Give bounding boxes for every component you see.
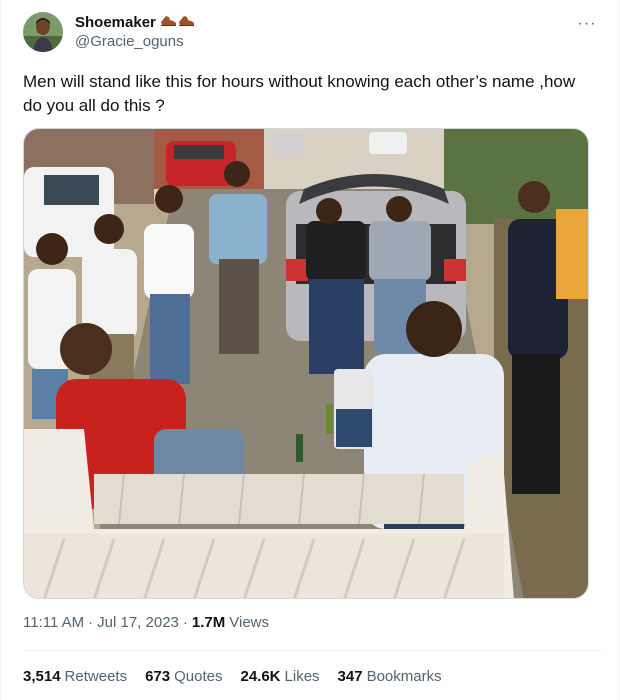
tweet-time[interactable]: 11:11 AM bbox=[23, 614, 84, 631]
author-display-name-row[interactable]: Shoemaker bbox=[75, 13, 196, 32]
stat-label: Likes bbox=[284, 668, 320, 685]
tweet-date[interactable]: Jul 17, 2023 bbox=[97, 614, 179, 631]
stat-quotes[interactable]: 673 Quotes bbox=[145, 668, 222, 685]
meta-separator: · bbox=[88, 614, 94, 631]
engagement-stats: 3,514 Retweets 673 Quotes 24.6K Likes 347 Bo… bbox=[23, 668, 442, 685]
stat-label: Bookmarks bbox=[366, 668, 442, 685]
meta-separator: · bbox=[182, 614, 188, 631]
tweet-header: Shoemaker @Gracie_oguns ··· bbox=[23, 10, 603, 54]
divider bbox=[23, 650, 603, 651]
author-handle[interactable]: @Gracie_oguns bbox=[75, 32, 196, 51]
stat-label: Retweets bbox=[64, 668, 128, 685]
tweet-photo[interactable] bbox=[23, 128, 589, 599]
stat-count: 24.6K bbox=[240, 668, 281, 685]
shoe-icon bbox=[160, 13, 196, 32]
tweet-card: Shoemaker @Gracie_oguns ··· Men will sta… bbox=[0, 0, 620, 700]
author-names: Shoemaker @Gracie_oguns bbox=[75, 13, 196, 51]
tweet-text: Men will stand like this for hours witho… bbox=[23, 72, 576, 115]
stat-count: 673 bbox=[145, 668, 171, 685]
views-count: 1.7M bbox=[191, 614, 226, 631]
avatar[interactable] bbox=[23, 12, 63, 52]
stat-label: Quotes bbox=[174, 668, 223, 685]
tweet-meta: 11:11 AM · Jul 17, 2023 · 1.7M Views bbox=[23, 614, 269, 631]
stat-retweets[interactable]: 3,514 Retweets bbox=[23, 668, 127, 685]
author-display-name[interactable]: Shoemaker bbox=[75, 13, 156, 32]
more-options-icon[interactable]: ··· bbox=[575, 14, 599, 34]
stat-likes[interactable]: 24.6K Likes bbox=[240, 668, 319, 685]
views-label: Views bbox=[229, 614, 269, 631]
stat-count: 347 bbox=[337, 668, 363, 685]
stat-count: 3,514 bbox=[23, 668, 61, 685]
stat-bookmarks[interactable]: 347 Bookmarks bbox=[338, 668, 442, 685]
